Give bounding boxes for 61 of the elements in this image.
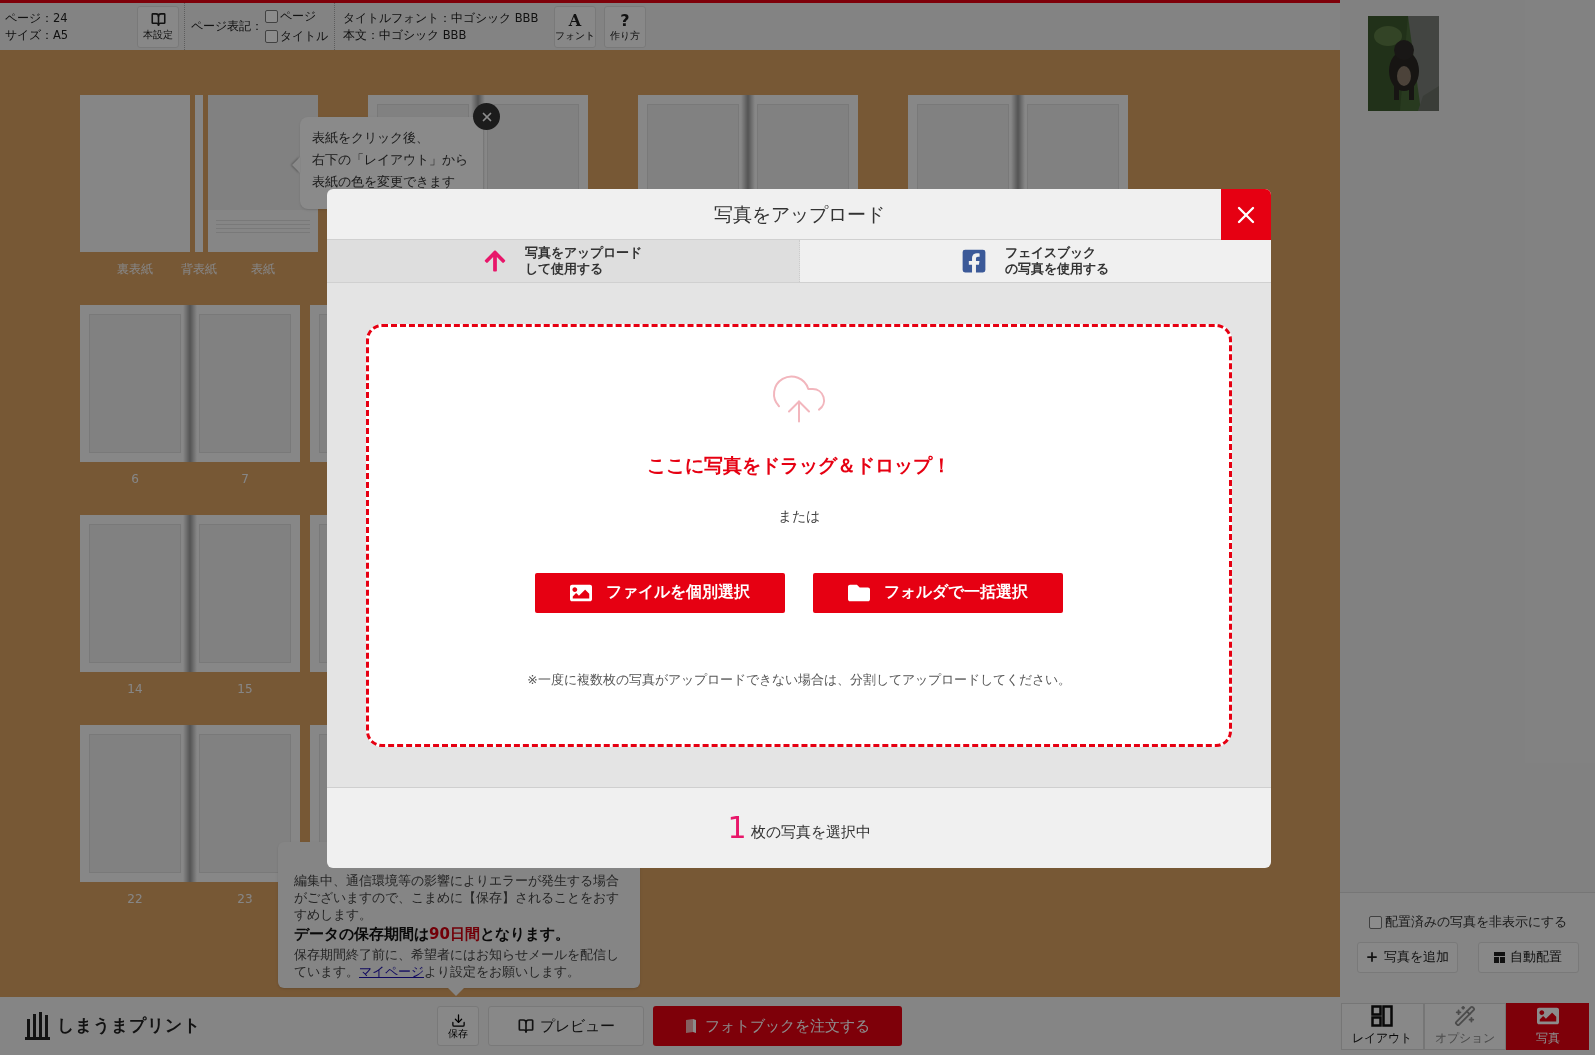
source-tab[interactable]: 写真をアップロード して使用する — [327, 240, 800, 282]
mypage-link[interactable]: マイページ — [359, 964, 424, 979]
add-photo-button[interactable]: 写真を追加 — [1356, 941, 1458, 973]
page-label: 7 — [241, 471, 249, 488]
page-label: 22 — [127, 891, 143, 908]
facebook-icon — [961, 248, 988, 274]
checkbox[interactable] — [265, 10, 278, 24]
select-files-button[interactable]: ファイルを個別選択 — [535, 572, 785, 613]
drop-zone[interactable]: ここに写真をドラッグ＆ドロップ！ または ファイルを個別選択 フォルダで一括選択 ※一度に複数枚の写真がアップロードできない場合は、分割してアップロードしてください。 — [366, 324, 1232, 747]
tip-text: 表紙をクリック後、 — [312, 129, 430, 147]
image-icon — [1536, 1005, 1559, 1027]
checkbox-label: 配置済みの写真を非表示にする — [1384, 913, 1567, 931]
tip-text: 編集中、通信環境等の影響によりエラーが発生する場合がございますので、こまめに【保存】されることをおすすめします。 — [294, 872, 620, 923]
font-info-text: タイトルフォント：中ゴシック BBB — [343, 9, 540, 27]
page-label: 裏表紙 — [117, 261, 153, 278]
panel-tab[interactable]: レイアウト — [1341, 1002, 1424, 1050]
book-icon — [517, 1018, 534, 1034]
page-label: 表紙 — [251, 261, 275, 278]
page-label: 背表紙 — [181, 261, 217, 278]
dialog-title: 写真をアップロード — [712, 201, 886, 227]
panel-tab[interactable]: 写真 — [1506, 1002, 1589, 1050]
close-button[interactable] — [1221, 189, 1271, 240]
book-settings-button[interactable]: 本設定 — [137, 5, 179, 48]
logo-text: しまうまプリント — [57, 1014, 201, 1038]
page-label: 15 — [237, 681, 253, 698]
checkbox[interactable] — [265, 29, 278, 43]
grid-icon — [1494, 951, 1505, 963]
preview-button[interactable]: プレビュー — [488, 1006, 644, 1046]
book-icon — [685, 1018, 697, 1034]
tip-text: 保存期間終了前に、希望者にはお知らせメールを配信しています。マイページより設定をお願いします。 — [294, 946, 620, 980]
upload-arrow-icon — [483, 249, 508, 273]
select-folder-button[interactable]: フォルダで一括選択 — [813, 572, 1063, 613]
checkbox-label: タイトル — [280, 27, 328, 45]
page-label: 23 — [237, 891, 253, 908]
book-info-text: ページ：24 — [5, 9, 69, 27]
order-button[interactable]: フォトブックを注文する — [653, 1006, 902, 1046]
selected-text: 枚の写真を選択中 — [750, 821, 871, 843]
layout-icon — [1371, 1005, 1394, 1027]
font-button[interactable]: A フォント — [554, 5, 596, 48]
upload-note: ※一度に複数枚の写真がアップロードできない場合は、分割してアップロードしてください。 — [527, 670, 1071, 689]
help-button[interactable]: ? 作り方 — [604, 5, 646, 48]
save-button[interactable]: 保存 — [437, 1006, 479, 1046]
retention-notice: データの保存期間は90日間となります。 — [294, 924, 571, 945]
magic-wand-icon — [1454, 1005, 1476, 1027]
plus-icon — [1365, 950, 1379, 965]
tip-text: 表紙の色を変更できます — [312, 173, 456, 191]
drop-heading: ここに写真をドラッグ＆ドロップ！ — [647, 453, 951, 478]
tip-text: 右下の「レイアウト」から — [312, 151, 469, 169]
font-info-text: 本文：中ゴシック BBB — [343, 26, 468, 44]
page-label: 14 — [127, 681, 143, 698]
auto-layout-button[interactable]: 自動配置 — [1477, 941, 1579, 973]
selected-count: 1 — [727, 813, 747, 843]
page-notation-label: ページ表記： — [191, 17, 263, 35]
logo-icon — [25, 1011, 51, 1041]
or-text: または — [778, 506, 820, 526]
book-info-text: サイズ：A5 — [5, 26, 70, 44]
page-label: 6 — [131, 471, 139, 488]
checkbox-label: ページ — [280, 8, 316, 26]
download-icon — [450, 1012, 466, 1028]
hide-placed-checkbox[interactable] — [1368, 915, 1382, 929]
book-icon — [150, 11, 166, 27]
